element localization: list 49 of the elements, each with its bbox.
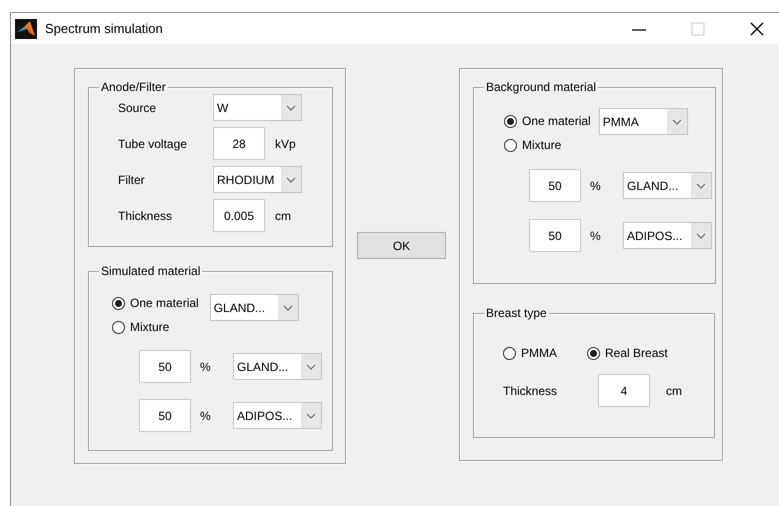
group-title: Simulated material: [100, 264, 202, 278]
chevron-icon: [281, 167, 301, 192]
radio-button[interactable]: Mixture: [112, 320, 199, 334]
input-field[interactable]: 50: [529, 219, 581, 252]
group-title: Background material: [485, 80, 598, 94]
unit-label: %: [200, 360, 212, 374]
input-field[interactable]: 50: [139, 350, 191, 383]
input-field[interactable]: 0.005: [213, 199, 265, 232]
chevron-icon: [666, 109, 687, 134]
dropdown[interactable]: ADIPOS...: [233, 402, 322, 429]
radio-button[interactable]: Mixture: [504, 138, 591, 152]
dropdown[interactable]: GLAND...: [210, 294, 299, 321]
input-field[interactable]: 28: [213, 127, 265, 160]
group-title: Anode/Filter: [100, 80, 167, 94]
unit-label: %: [200, 408, 212, 422]
dropdown[interactable]: PMMA: [598, 108, 688, 135]
dropdown[interactable]: ADIPOS...: [623, 222, 712, 249]
chevron-icon: [691, 173, 711, 198]
radio-button[interactable]: PMMA: [503, 346, 557, 360]
input-field[interactable]: 4: [598, 374, 650, 407]
chevron-icon: [281, 95, 301, 120]
unit-label: cm: [275, 208, 292, 222]
chevron-icon: [278, 295, 298, 320]
dropdown[interactable]: GLAND...: [233, 353, 322, 380]
unit-label: %: [590, 228, 602, 242]
chevron-icon: [301, 403, 321, 428]
radio-button[interactable]: One material: [504, 114, 591, 128]
input-field[interactable]: 50: [139, 399, 191, 432]
close-icon[interactable]: [749, 20, 765, 36]
field-label: Source: [118, 100, 158, 114]
dropdown[interactable]: W: [213, 94, 302, 121]
ok-button[interactable]: OK: [357, 232, 446, 259]
app-icon: [15, 18, 37, 38]
unit-label: %: [590, 178, 602, 192]
input-field[interactable]: 50: [529, 169, 581, 202]
window-title: Spectrum simulation: [45, 21, 163, 36]
field-label: Thickness: [118, 208, 174, 222]
radio-button[interactable]: Real Breast: [587, 346, 668, 360]
dropdown[interactable]: GLAND...: [623, 172, 712, 199]
unit-label: kVp: [275, 136, 297, 150]
field-label: Tube voltage: [118, 136, 188, 150]
chevron-icon: [691, 223, 711, 248]
field-label: Thickness: [503, 384, 558, 398]
dropdown[interactable]: RHODIUM: [213, 166, 302, 193]
unit-label: cm: [666, 384, 682, 398]
field-label: Filter: [118, 172, 146, 186]
radio-button[interactable]: One material: [112, 296, 199, 310]
group-title: Breast type: [485, 306, 548, 320]
chevron-icon: [301, 354, 321, 379]
